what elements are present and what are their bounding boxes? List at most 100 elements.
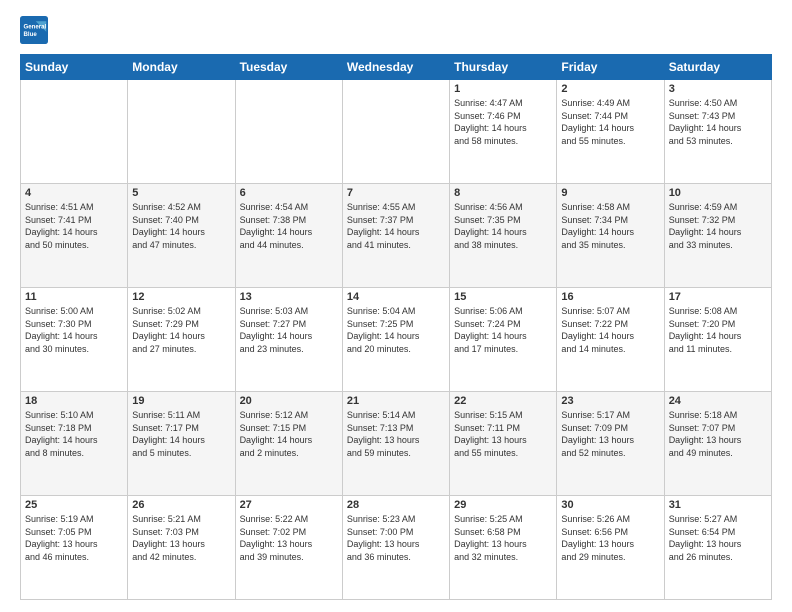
calendar-cell: 19 Sunrise: 5:11 AM Sunset: 7:17 PM Dayli… [128,392,235,496]
calendar-cell: 10Sunrise: 4:59 AM Sunset: 7:32 PM Dayli… [664,184,771,288]
day-number: 29 [454,499,552,511]
day-number: 1 [454,83,552,95]
day-number: 22 [454,395,552,407]
day-info: Sunrise: 4:47 AM Sunset: 7:46 PM Dayligh… [454,97,552,147]
header: General Blue [20,16,772,44]
week-row-5: 25 Sunrise: 5:19 AM Sunset: 7:05 PM Dayli… [21,496,772,600]
calendar-cell: 26 Sunrise: 5:21 AM Sunset: 7:03 PM Dayli… [128,496,235,600]
day-info: Sunrise: 5:19 AM Sunset: 7:05 PM Dayligh… [25,513,123,563]
calendar-cell [21,80,128,184]
day-info: Sunrise: 4:54 AM Sunset: 7:38 PM Dayligh… [240,201,338,251]
day-number: 28 [347,499,445,511]
day-number: 17 [669,291,767,303]
day-info: Sunrise: 4:51 AM Sunset: 7:41 PM Dayligh… [25,201,123,251]
day-info: Sunrise: 5:18 AM Sunset: 7:07 PM Dayligh… [669,409,767,459]
day-number: 5 [132,187,230,199]
calendar-cell: 14 Sunrise: 5:04 AM Sunset: 7:25 PM Dayli… [342,288,449,392]
logo-icon: General Blue [20,16,48,44]
day-number: 18 [25,395,123,407]
day-info: Sunrise: 5:07 AM Sunset: 7:22 PM Dayligh… [561,305,659,355]
day-number: 7 [347,187,445,199]
calendar-cell: 3Sunrise: 4:50 AM Sunset: 7:43 PM Daylig… [664,80,771,184]
calendar-cell: 8Sunrise: 4:56 AM Sunset: 7:35 PM Daylig… [450,184,557,288]
day-info: Sunrise: 5:21 AM Sunset: 7:03 PM Dayligh… [132,513,230,563]
day-info: Sunrise: 5:15 AM Sunset: 7:11 PM Dayligh… [454,409,552,459]
day-number: 30 [561,499,659,511]
calendar-cell: 11Sunrise: 5:00 AM Sunset: 7:30 PM Dayli… [21,288,128,392]
day-number: 20 [240,395,338,407]
calendar-cell: 7 Sunrise: 4:55 AM Sunset: 7:37 PM Daylig… [342,184,449,288]
calendar-cell: 18Sunrise: 5:10 AM Sunset: 7:18 PM Dayli… [21,392,128,496]
week-row-3: 11Sunrise: 5:00 AM Sunset: 7:30 PM Dayli… [21,288,772,392]
day-number: 31 [669,499,767,511]
calendar-cell: 24 Sunrise: 5:18 AM Sunset: 7:07 PM Dayli… [664,392,771,496]
calendar-cell: 22 Sunrise: 5:15 AM Sunset: 7:11 PM Dayli… [450,392,557,496]
day-info: Sunrise: 5:04 AM Sunset: 7:25 PM Dayligh… [347,305,445,355]
day-info: Sunrise: 5:11 AM Sunset: 7:17 PM Dayligh… [132,409,230,459]
calendar-cell: 4 Sunrise: 4:51 AM Sunset: 7:41 PM Daylig… [21,184,128,288]
day-info: Sunrise: 5:12 AM Sunset: 7:15 PM Dayligh… [240,409,338,459]
day-info: Sunrise: 5:26 AM Sunset: 6:56 PM Dayligh… [561,513,659,563]
calendar-table: SundayMondayTuesdayWednesdayThursdayFrid… [20,54,772,600]
day-number: 24 [669,395,767,407]
calendar-cell: 29 Sunrise: 5:25 AM Sunset: 6:58 PM Dayli… [450,496,557,600]
day-number: 14 [347,291,445,303]
day-number: 16 [561,291,659,303]
day-number: 8 [454,187,552,199]
day-number: 21 [347,395,445,407]
calendar-cell: 5 Sunrise: 4:52 AM Sunset: 7:40 PM Daylig… [128,184,235,288]
day-info: Sunrise: 5:17 AM Sunset: 7:09 PM Dayligh… [561,409,659,459]
calendar-cell: 12 Sunrise: 5:02 AM Sunset: 7:29 PM Dayli… [128,288,235,392]
day-info: Sunrise: 4:58 AM Sunset: 7:34 PM Dayligh… [561,201,659,251]
day-info: Sunrise: 5:00 AM Sunset: 7:30 PM Dayligh… [25,305,123,355]
week-row-1: 1 Sunrise: 4:47 AM Sunset: 7:46 PM Daylig… [21,80,772,184]
day-info: Sunrise: 5:02 AM Sunset: 7:29 PM Dayligh… [132,305,230,355]
logo: General Blue [20,16,48,44]
calendar-cell: 23 Sunrise: 5:17 AM Sunset: 7:09 PM Dayli… [557,392,664,496]
day-number: 4 [25,187,123,199]
day-info: Sunrise: 5:25 AM Sunset: 6:58 PM Dayligh… [454,513,552,563]
day-number: 13 [240,291,338,303]
day-number: 25 [25,499,123,511]
day-number: 6 [240,187,338,199]
day-info: Sunrise: 4:52 AM Sunset: 7:40 PM Dayligh… [132,201,230,251]
day-info: Sunrise: 5:27 AM Sunset: 6:54 PM Dayligh… [669,513,767,563]
page: General Blue SundayMondayTuesdayWednesda… [0,0,792,612]
calendar-cell: 6 Sunrise: 4:54 AM Sunset: 7:38 PM Daylig… [235,184,342,288]
calendar-cell: 20 Sunrise: 5:12 AM Sunset: 7:15 PM Dayli… [235,392,342,496]
day-number: 3 [669,83,767,95]
weekday-header-row: SundayMondayTuesdayWednesdayThursdayFrid… [21,55,772,80]
weekday-header-monday: Monday [128,55,235,80]
day-info: Sunrise: 5:06 AM Sunset: 7:24 PM Dayligh… [454,305,552,355]
day-info: Sunrise: 5:03 AM Sunset: 7:27 PM Dayligh… [240,305,338,355]
calendar-cell: 15Sunrise: 5:06 AM Sunset: 7:24 PM Dayli… [450,288,557,392]
calendar-cell: 27 Sunrise: 5:22 AM Sunset: 7:02 PM Dayli… [235,496,342,600]
day-info: Sunrise: 5:08 AM Sunset: 7:20 PM Dayligh… [669,305,767,355]
week-row-4: 18Sunrise: 5:10 AM Sunset: 7:18 PM Dayli… [21,392,772,496]
day-info: Sunrise: 4:59 AM Sunset: 7:32 PM Dayligh… [669,201,767,251]
week-row-2: 4 Sunrise: 4:51 AM Sunset: 7:41 PM Daylig… [21,184,772,288]
svg-text:Blue: Blue [24,31,38,38]
day-number: 12 [132,291,230,303]
calendar-cell: 30 Sunrise: 5:26 AM Sunset: 6:56 PM Dayli… [557,496,664,600]
day-number: 26 [132,499,230,511]
day-number: 27 [240,499,338,511]
calendar-cell: 31 Sunrise: 5:27 AM Sunset: 6:54 PM Dayli… [664,496,771,600]
day-number: 9 [561,187,659,199]
calendar-cell: 2Sunrise: 4:49 AM Sunset: 7:44 PM Daylig… [557,80,664,184]
calendar-cell [128,80,235,184]
svg-text:General: General [24,23,47,30]
calendar-cell: 9 Sunrise: 4:58 AM Sunset: 7:34 PM Daylig… [557,184,664,288]
calendar-cell: 28Sunrise: 5:23 AM Sunset: 7:00 PM Dayli… [342,496,449,600]
weekday-header-tuesday: Tuesday [235,55,342,80]
calendar-cell: 16 Sunrise: 5:07 AM Sunset: 7:22 PM Dayli… [557,288,664,392]
calendar-cell [342,80,449,184]
day-number: 23 [561,395,659,407]
weekday-header-saturday: Saturday [664,55,771,80]
day-number: 19 [132,395,230,407]
weekday-header-wednesday: Wednesday [342,55,449,80]
day-number: 2 [561,83,659,95]
day-info: Sunrise: 4:55 AM Sunset: 7:37 PM Dayligh… [347,201,445,251]
calendar-cell: 17 Sunrise: 5:08 AM Sunset: 7:20 PM Dayli… [664,288,771,392]
day-info: Sunrise: 5:22 AM Sunset: 7:02 PM Dayligh… [240,513,338,563]
